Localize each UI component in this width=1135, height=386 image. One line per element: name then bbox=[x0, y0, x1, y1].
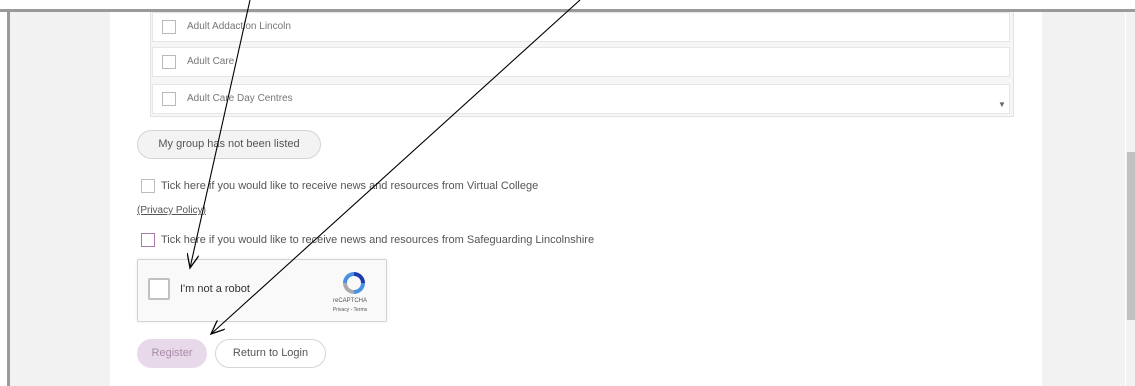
group-label: Adult Addaction Lincoln bbox=[187, 21, 291, 32]
group-label: Adult Care bbox=[187, 56, 235, 67]
screenshot-border-left bbox=[7, 9, 10, 386]
group-checkbox[interactable] bbox=[162, 92, 176, 106]
safeguarding-consent-label: Tick here if you would like to receive n… bbox=[161, 234, 595, 246]
page-scrollbar-thumb[interactable] bbox=[1127, 152, 1135, 320]
virtual-college-checkbox[interactable] bbox=[141, 179, 155, 193]
register-button[interactable]: Register bbox=[137, 339, 207, 368]
recaptcha-widget: I'm not a robot reCAPTCHA Privacy - Term… bbox=[137, 259, 387, 322]
scroll-down-arrow-icon[interactable]: ▼ bbox=[998, 100, 1006, 109]
safeguarding-checkbox[interactable] bbox=[141, 233, 155, 247]
list-item[interactable]: Adult Care bbox=[152, 47, 1010, 77]
recaptcha-logo-icon bbox=[340, 270, 368, 301]
return-to-login-button[interactable]: Return to Login bbox=[215, 339, 326, 368]
group-checkbox[interactable] bbox=[162, 55, 176, 69]
privacy-policy-link[interactable]: (Privacy Policy) bbox=[137, 205, 206, 216]
recaptcha-terms-link[interactable]: Privacy - Terms bbox=[319, 307, 381, 313]
group-checkbox[interactable] bbox=[162, 20, 176, 34]
group-not-listed-button[interactable]: My group has not been listed bbox=[137, 130, 321, 159]
recaptcha-checkbox[interactable] bbox=[148, 278, 170, 300]
group-label: Adult Care Day Centres bbox=[187, 93, 293, 104]
recaptcha-brand: reCAPTCHA bbox=[332, 298, 367, 304]
list-item[interactable]: Adult Care Day Centres bbox=[152, 84, 1010, 114]
list-item[interactable]: Adult Addaction Lincoln bbox=[152, 12, 1010, 42]
recaptcha-label: I'm not a robot bbox=[180, 283, 250, 295]
virtual-college-consent-label: Tick here if you would like to receive n… bbox=[161, 180, 539, 192]
